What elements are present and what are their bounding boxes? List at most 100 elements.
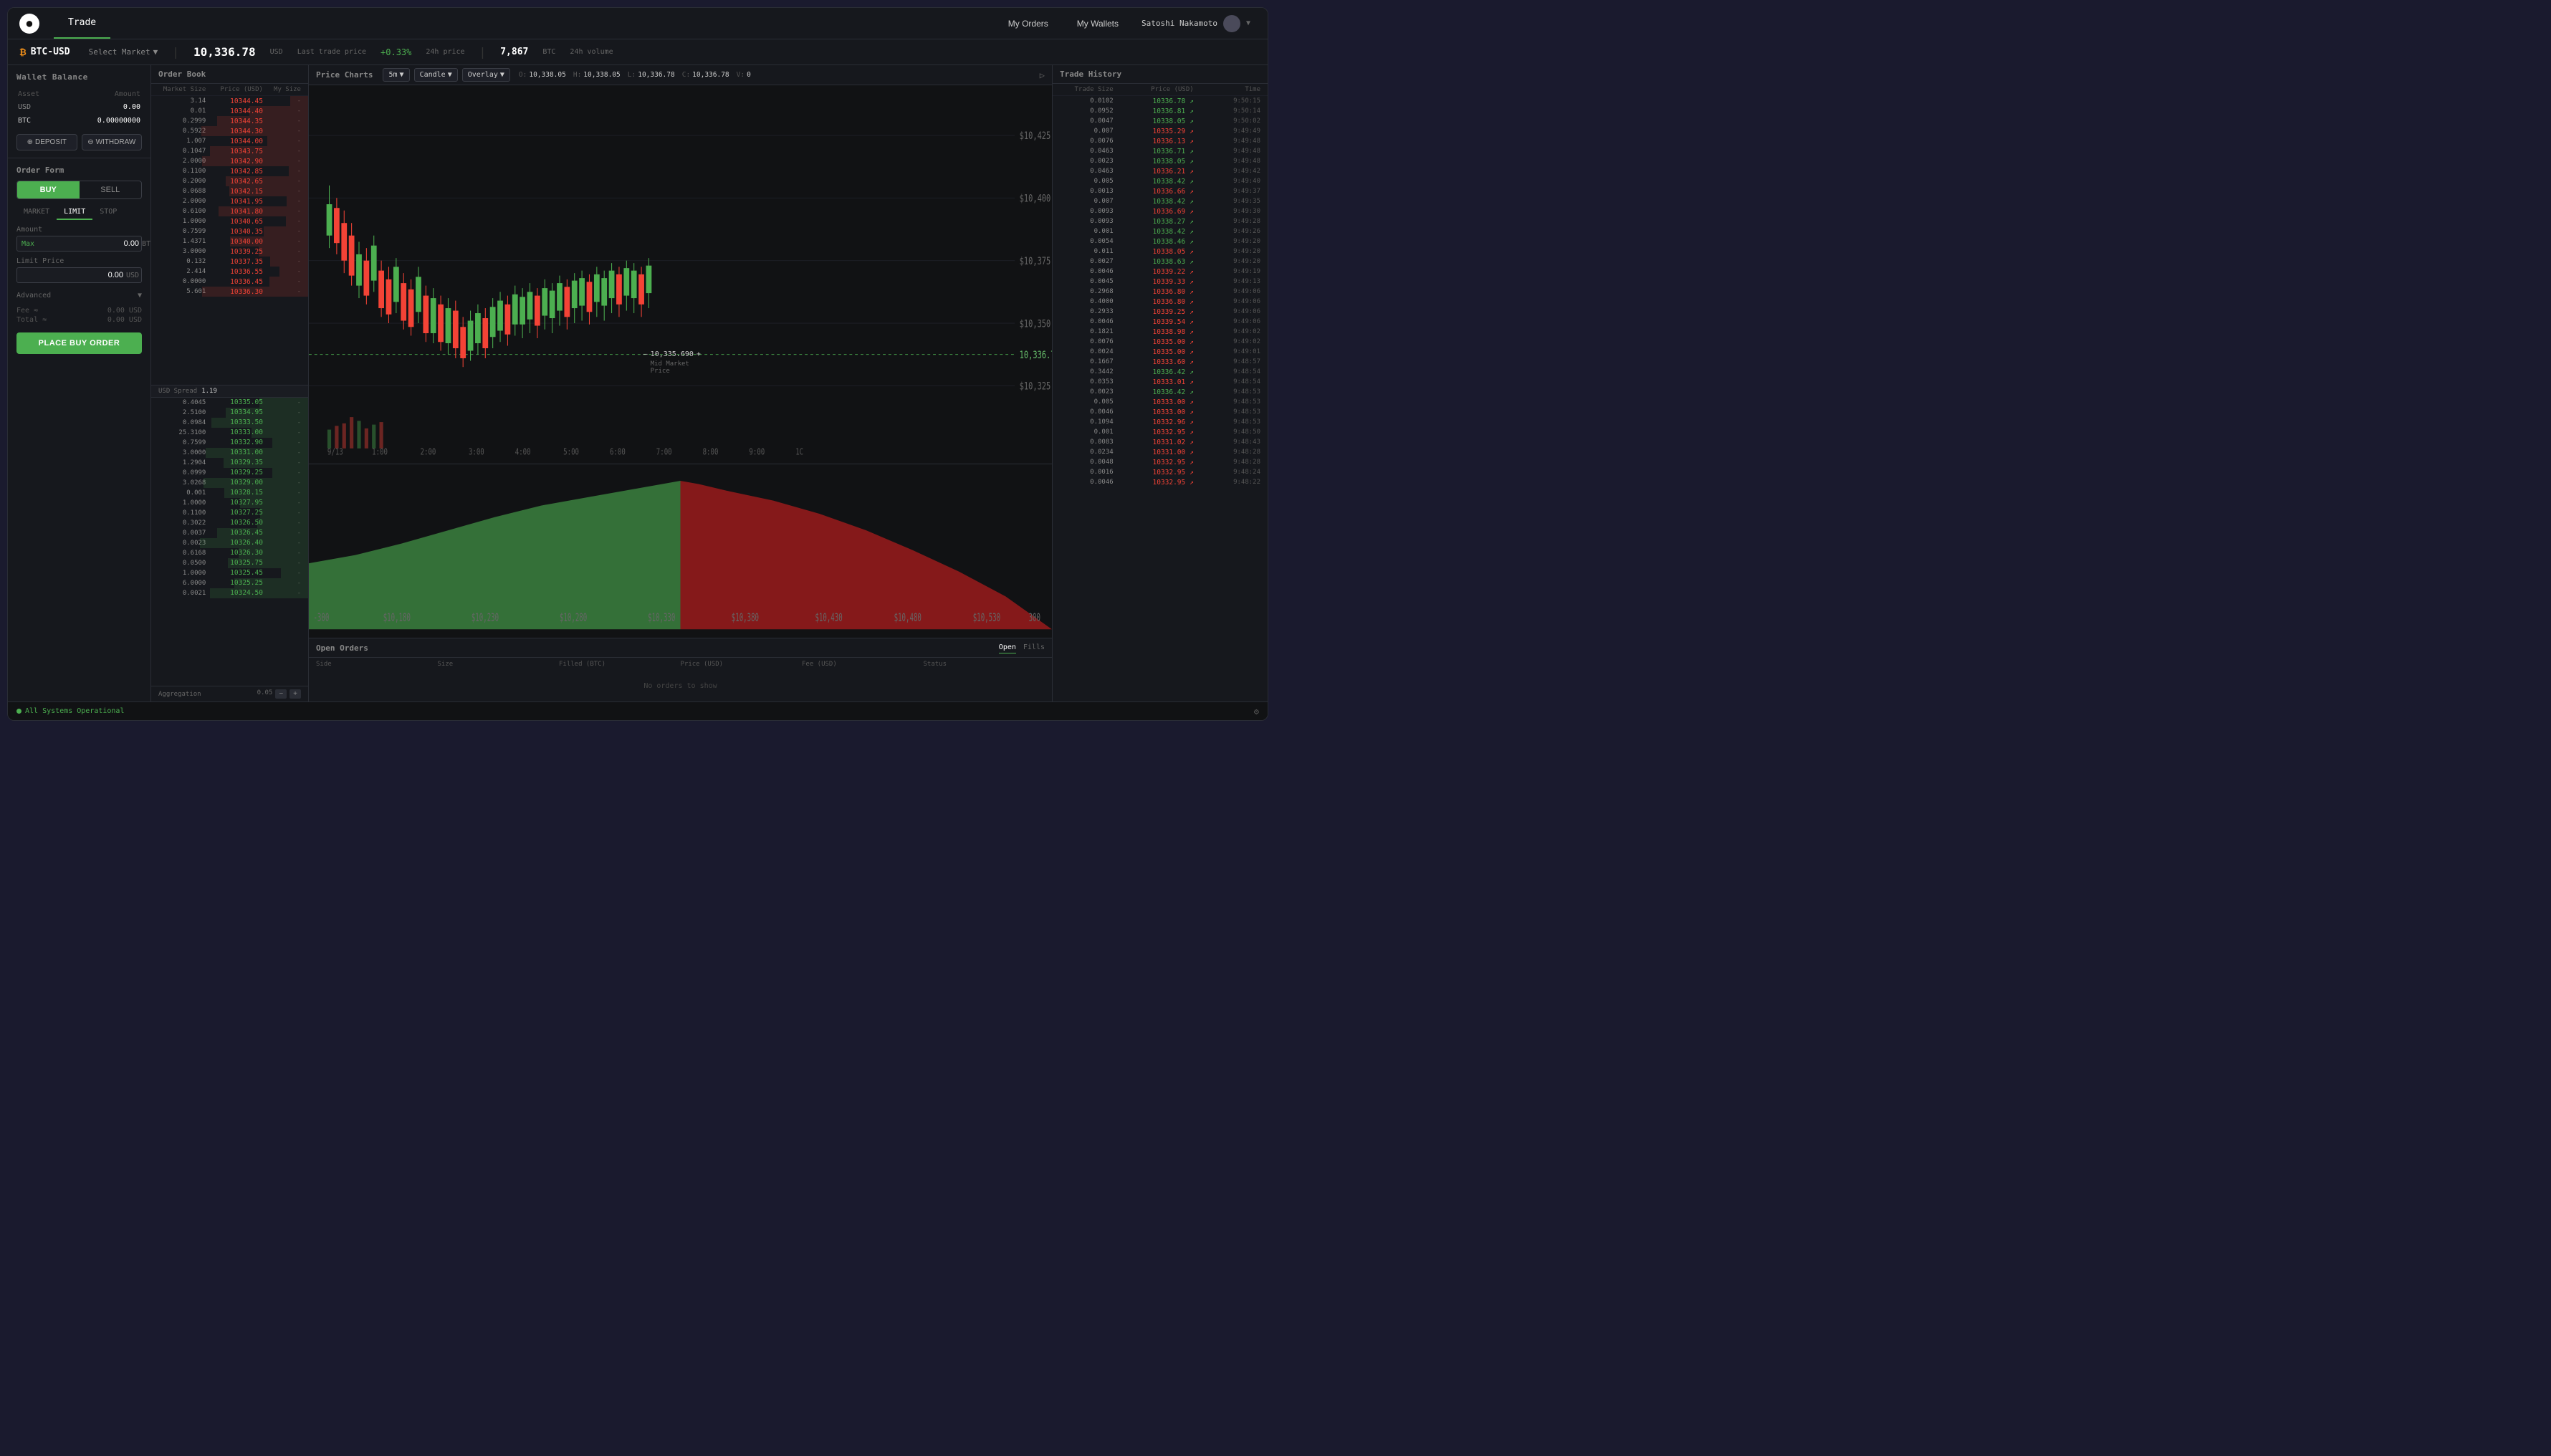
trade-time: 9:49:30 <box>1194 208 1260 215</box>
withdraw-button[interactable]: ⊖ WITHDRAW <box>82 134 143 150</box>
bid-row[interactable]: 1.2904 10329.35 - <box>151 458 308 468</box>
trade-time: 9:49:40 <box>1194 178 1260 185</box>
svg-text:$10,325: $10,325 <box>1020 380 1051 392</box>
bid-row[interactable]: 0.1100 10327.25 - <box>151 508 308 518</box>
agg-plus-button[interactable]: + <box>289 689 301 699</box>
price-col: Price (USD) <box>206 86 263 93</box>
bid-row[interactable]: 1.0000 10327.95 - <box>151 498 308 508</box>
trade-row: 0.0952 10336.81 ↗ 9:50:14 <box>1053 106 1268 116</box>
open-tab[interactable]: Open <box>999 642 1016 653</box>
stop-tab[interactable]: STOP <box>92 205 124 220</box>
svg-text:1:00: 1:00 <box>372 446 388 457</box>
advanced-toggle[interactable]: Advanced ▼ <box>16 289 142 302</box>
open-orders-cols: Side Size Filled (BTC) Price (USD) Fee (… <box>309 658 1052 671</box>
bid-row[interactable]: 3.0268 10329.00 - <box>151 478 308 488</box>
ask-row[interactable]: 0.0000 10336.45 - <box>151 277 308 287</box>
deposit-button[interactable]: ⊕ DEPOSIT <box>16 134 77 150</box>
settings-gear-icon[interactable]: ⚙ <box>1254 707 1259 717</box>
ask-price: 10340.35 <box>206 228 263 236</box>
bid-row[interactable]: 0.6168 10326.30 - <box>151 548 308 558</box>
ask-row[interactable]: 5.601 10336.30 - <box>151 287 308 297</box>
user-area[interactable]: Satoshi Nakamoto ▼ <box>1136 12 1256 35</box>
ask-row[interactable]: 0.1047 10343.75 - <box>151 146 308 156</box>
trade-row: 0.3442 10336.42 ↗ 9:48:54 <box>1053 367 1268 377</box>
trade-size: 0.0463 <box>1060 148 1114 155</box>
trade-price: 10333.00 ↗ <box>1114 408 1194 416</box>
bid-row[interactable]: 0.001 10328.15 - <box>151 488 308 498</box>
trade-time: 9:49:48 <box>1194 158 1260 165</box>
ask-row[interactable]: 1.0000 10340.65 - <box>151 216 308 226</box>
ask-row[interactable]: 0.5922 10344.30 - <box>151 126 308 136</box>
bid-row[interactable]: 0.0500 10325.75 - <box>151 558 308 568</box>
bid-row[interactable]: 0.0021 10324.50 - <box>151 588 308 598</box>
ask-row[interactable]: 1.007 10344.00 - <box>151 136 308 146</box>
trade-size: 0.005 <box>1060 178 1114 185</box>
ask-row[interactable]: 0.132 10337.35 - <box>151 257 308 267</box>
agg-minus-button[interactable]: − <box>275 689 287 699</box>
sell-tab[interactable]: SELL <box>80 181 142 198</box>
trade-time: 9:49:42 <box>1194 168 1260 175</box>
svg-text:$10,530: $10,530 <box>973 611 1000 624</box>
bid-row[interactable]: 0.0984 10333.50 - <box>151 418 308 428</box>
bid-row[interactable]: 0.7599 10332.90 - <box>151 438 308 448</box>
ask-row[interactable]: 0.7599 10340.35 - <box>151 226 308 236</box>
ask-row[interactable]: 0.1100 10342.85 - <box>151 166 308 176</box>
trade-size: 0.005 <box>1060 398 1114 406</box>
ask-row[interactable]: 0.0688 10342.15 - <box>151 186 308 196</box>
trade-size-col: Trade Size <box>1060 86 1114 93</box>
amount-input[interactable] <box>37 239 139 248</box>
bid-row[interactable]: 25.3100 10333.00 - <box>151 428 308 438</box>
wallet-usd-row: USD 0.00 <box>18 101 140 113</box>
agg-value: 0.05 <box>257 689 273 699</box>
ask-row[interactable]: 3.0000 10339.25 - <box>151 246 308 257</box>
bid-row[interactable]: 2.5100 10334.95 - <box>151 408 308 418</box>
ask-row[interactable]: 0.01 10344.40 - <box>151 106 308 116</box>
close-val: C: 10,336.78 <box>682 71 729 79</box>
bid-row[interactable]: 1.0000 10325.45 - <box>151 568 308 578</box>
bid-row[interactable]: 6.0000 10325.25 - <box>151 578 308 588</box>
ask-price: 10344.00 <box>206 138 263 145</box>
timeframe-selector[interactable]: 5m ▼ <box>383 68 409 82</box>
place-order-button[interactable]: PLACE BUY ORDER <box>16 332 142 354</box>
my-orders-button[interactable]: My Orders <box>997 14 1060 33</box>
ask-row[interactable]: 2.0000 10342.90 - <box>151 156 308 166</box>
chart-expand-icon[interactable]: ▷ <box>1040 70 1045 80</box>
ask-row[interactable]: 2.0000 10341.95 - <box>151 196 308 206</box>
ask-row[interactable]: 3.14 10344.45 - <box>151 96 308 106</box>
ask-row[interactable]: 0.2999 10344.35 - <box>151 116 308 126</box>
max-link[interactable]: Max <box>21 240 34 248</box>
bid-row[interactable]: 0.4045 10335.05 - <box>151 398 308 408</box>
buy-tab[interactable]: BUY <box>17 181 80 198</box>
limit-price-input[interactable] <box>21 271 123 279</box>
trade-price: 10335.00 ↗ <box>1114 338 1194 346</box>
chart-type-selector[interactable]: Candle ▼ <box>414 68 458 82</box>
market-tab[interactable]: MARKET <box>16 205 57 220</box>
overlay-selector[interactable]: Overlay ▼ <box>462 68 510 82</box>
trade-row: 0.005 10338.42 ↗ 9:49:40 <box>1053 176 1268 186</box>
trade-price: 10339.54 ↗ <box>1114 318 1194 326</box>
app-logo[interactable]: ● <box>19 14 39 34</box>
svg-text:3:00: 3:00 <box>469 446 484 457</box>
bid-row[interactable]: 0.0999 10329.25 - <box>151 468 308 478</box>
fills-tab[interactable]: Fills <box>1023 642 1045 653</box>
svg-text:$10,280: $10,280 <box>560 611 587 624</box>
limit-tab[interactable]: LIMIT <box>57 205 92 220</box>
bid-row[interactable]: 0.0023 10326.40 - <box>151 538 308 548</box>
nav-tab-trade[interactable]: Trade <box>54 8 110 39</box>
ask-row[interactable]: 1.4371 10340.00 - <box>151 236 308 246</box>
trade-row: 0.0463 10336.21 ↗ 9:49:42 <box>1053 166 1268 176</box>
select-market-btn[interactable]: Select Market ▼ <box>89 47 158 57</box>
ask-row[interactable]: 0.2000 10342.65 - <box>151 176 308 186</box>
bid-row[interactable]: 0.3022 10326.50 - <box>151 518 308 528</box>
trade-row: 0.0027 10338.63 ↗ 9:49:20 <box>1053 257 1268 267</box>
trade-size: 0.1667 <box>1060 358 1114 365</box>
bid-row[interactable]: 3.0000 10331.00 - <box>151 448 308 458</box>
chart-area[interactable]: $10,425 $10,400 $10,375 $10,350 10,336.7… <box>309 85 1052 638</box>
status-bar: All Systems Operational ⚙ <box>8 701 1268 720</box>
ask-row[interactable]: 0.6100 10341.80 - <box>151 206 308 216</box>
spread-value: 1.19 <box>201 388 217 395</box>
ask-row[interactable]: 2.414 10336.55 - <box>151 267 308 277</box>
bid-row[interactable]: 0.0037 10326.45 - <box>151 528 308 538</box>
ask-price: 10341.95 <box>206 198 263 206</box>
my-wallets-button[interactable]: My Wallets <box>1066 14 1130 33</box>
